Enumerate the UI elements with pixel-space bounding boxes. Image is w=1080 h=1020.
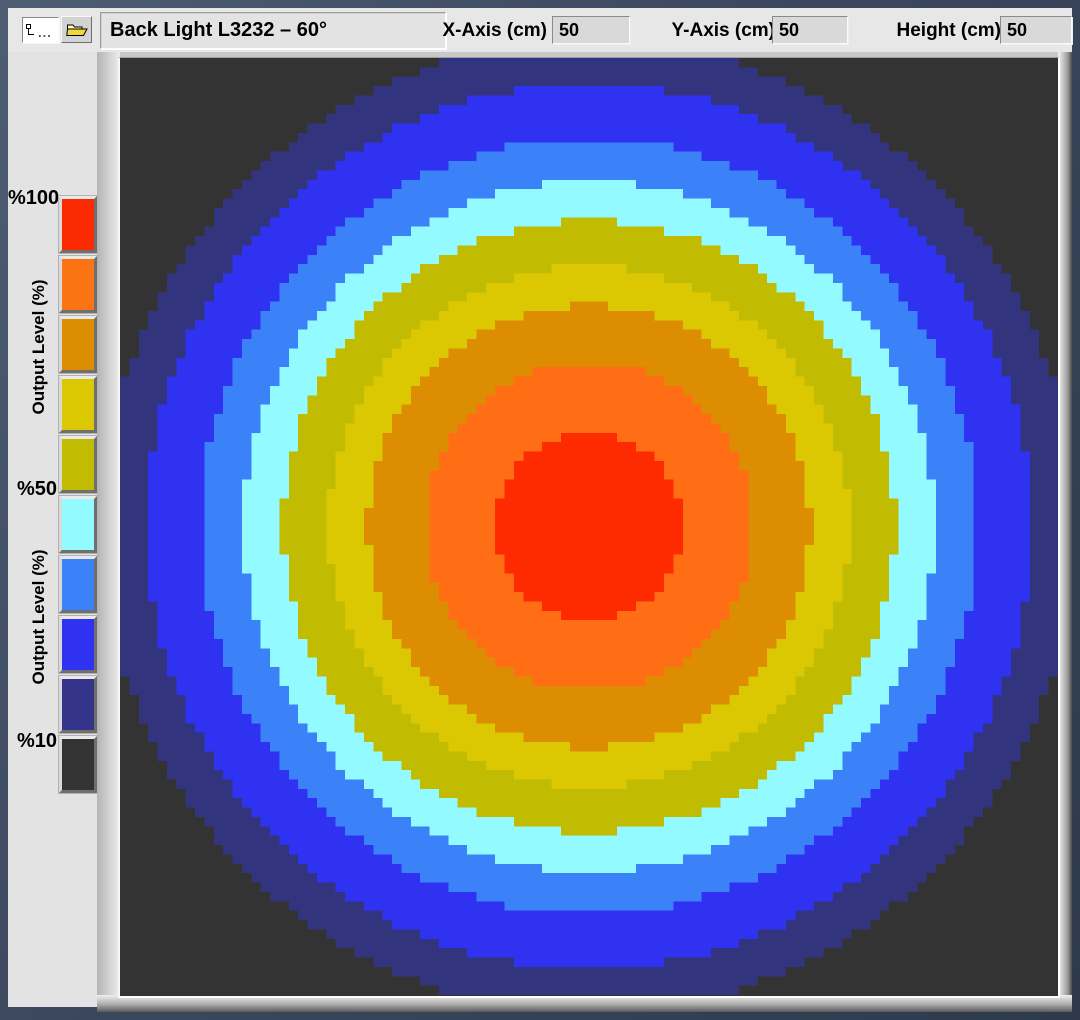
legend-swatch: [59, 256, 97, 313]
legend-swatch: [59, 496, 97, 553]
device-name-display: Back Light L3232 – 60°: [100, 12, 446, 49]
path-ellipsis: ...: [38, 25, 52, 40]
yaxis-input[interactable]: [772, 16, 848, 44]
yaxis-label: Y-Axis (cm): [671, 20, 775, 41]
open-folder-icon: [65, 24, 88, 36]
legend-swatch: [59, 196, 97, 253]
toolbar: ... Back Light L3232 – 60° X-Axis (cm) Y…: [8, 8, 1072, 53]
output-level-label-lower: Output Level (%): [29, 549, 48, 685]
height-input[interactable]: [1000, 16, 1072, 44]
legend-swatch: [59, 676, 97, 733]
legend-swatch: [59, 556, 97, 613]
legend-swatch: [59, 436, 97, 493]
legend-tick-50: %50: [16, 478, 57, 500]
plot-panel-edge-left: [97, 52, 120, 1002]
legend-swatch: [59, 736, 97, 793]
legend-swatch-column: [59, 196, 97, 796]
height-label: Height (cm): [896, 20, 1002, 41]
open-file-button[interactable]: [61, 16, 92, 43]
legend-swatch: [59, 376, 97, 433]
output-level-label-upper: Output Level (%): [29, 279, 48, 415]
path-glyph-icon: [26, 23, 34, 35]
plot-panel-edge-right: [1058, 52, 1072, 1012]
legend-swatch: [59, 616, 97, 673]
legend-tick-100: %100: [8, 187, 60, 209]
xaxis-input[interactable]: [552, 16, 630, 44]
path-control[interactable]: ...: [22, 17, 59, 43]
intensity-map: [118, 57, 1060, 998]
legend-swatch: [59, 316, 97, 373]
intensity-map-canvas: [120, 58, 1058, 995]
device-name-text: Back Light L3232 – 60°: [110, 19, 327, 41]
xaxis-label: X-Axis (cm): [442, 20, 547, 41]
legend-tick-10: %10: [16, 730, 57, 752]
